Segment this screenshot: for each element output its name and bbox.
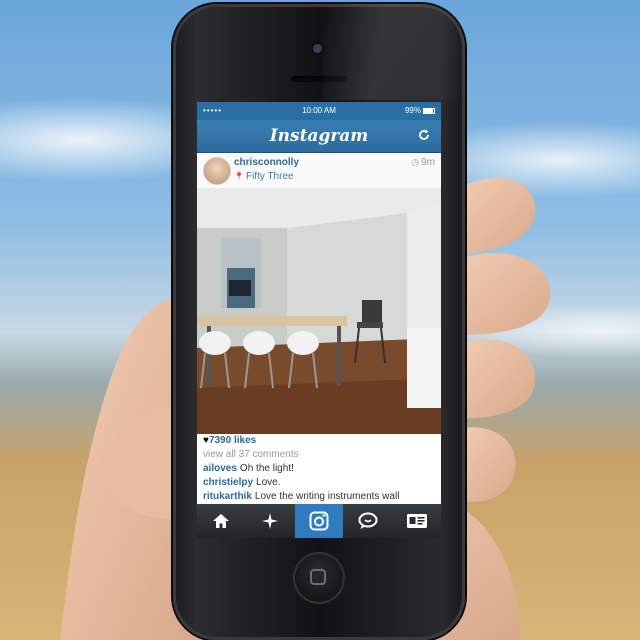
likes-row[interactable]: ♥7390 likes xyxy=(203,434,435,448)
battery-icon xyxy=(423,108,435,114)
app-header: Instagram xyxy=(197,120,441,153)
front-camera xyxy=(313,44,322,53)
post-photo[interactable] xyxy=(197,188,441,434)
post-meta: ♥7390 likes view all 37 comments ailoves… xyxy=(197,434,441,504)
avatar[interactable] xyxy=(203,157,231,185)
comment-text: Love. xyxy=(256,477,281,488)
time-ago-label: 9m xyxy=(421,157,435,168)
tab-news[interactable] xyxy=(343,504,392,538)
comment-row: ailoves Oh the light! xyxy=(203,462,435,476)
location-label: Fifty Three xyxy=(245,171,294,182)
comment-author[interactable]: ritukarthik xyxy=(203,491,252,502)
tab-bar xyxy=(197,504,441,538)
comment-row: christielpy Love. xyxy=(203,476,435,490)
view-all-label[interactable]: view all 37 comments xyxy=(203,449,299,460)
comment-text: Love the writing instruments wall xyxy=(254,491,400,502)
profile-card-icon xyxy=(406,514,427,528)
compass-icon xyxy=(262,513,279,529)
battery-indicator: 99% xyxy=(405,106,435,115)
tab-explore[interactable] xyxy=(246,504,295,538)
comment-author[interactable]: ailoves xyxy=(203,463,237,474)
speech-bubble-icon xyxy=(358,512,378,529)
phone-screen: ••••• 10:00 AM 99% Instagram chrisconnol… xyxy=(197,102,441,538)
tab-profile[interactable] xyxy=(392,504,441,538)
status-bar: ••••• 10:00 AM 99% xyxy=(197,102,441,120)
battery-percent: 99% xyxy=(404,106,421,115)
view-all-comments[interactable]: view all 37 comments xyxy=(203,448,435,462)
tab-home[interactable] xyxy=(197,504,246,538)
home-icon xyxy=(213,514,230,528)
post-header: chrisconnolly 📍 Fifty Three ◷ 9m xyxy=(197,153,441,190)
home-button[interactable] xyxy=(293,552,345,604)
post-timestamp: ◷ 9m xyxy=(411,157,435,168)
post-username[interactable]: chrisconnolly xyxy=(234,157,299,168)
likes-count[interactable]: 7390 likes xyxy=(209,435,256,446)
camera-icon xyxy=(309,511,329,531)
refresh-icon[interactable] xyxy=(417,128,431,145)
comment-row: ritukarthik Love the writing instruments … xyxy=(203,490,435,504)
glass-glare xyxy=(323,4,465,100)
tab-camera[interactable] xyxy=(294,504,344,538)
post-location[interactable]: 📍 Fifty Three xyxy=(234,171,294,182)
comment-text: Oh the light! xyxy=(239,463,294,474)
comment-author[interactable]: christielpy xyxy=(203,477,253,488)
clock-icon: ◷ xyxy=(411,157,420,167)
location-pin-icon: 📍 xyxy=(234,172,244,181)
app-logo: Instagram xyxy=(269,126,369,146)
